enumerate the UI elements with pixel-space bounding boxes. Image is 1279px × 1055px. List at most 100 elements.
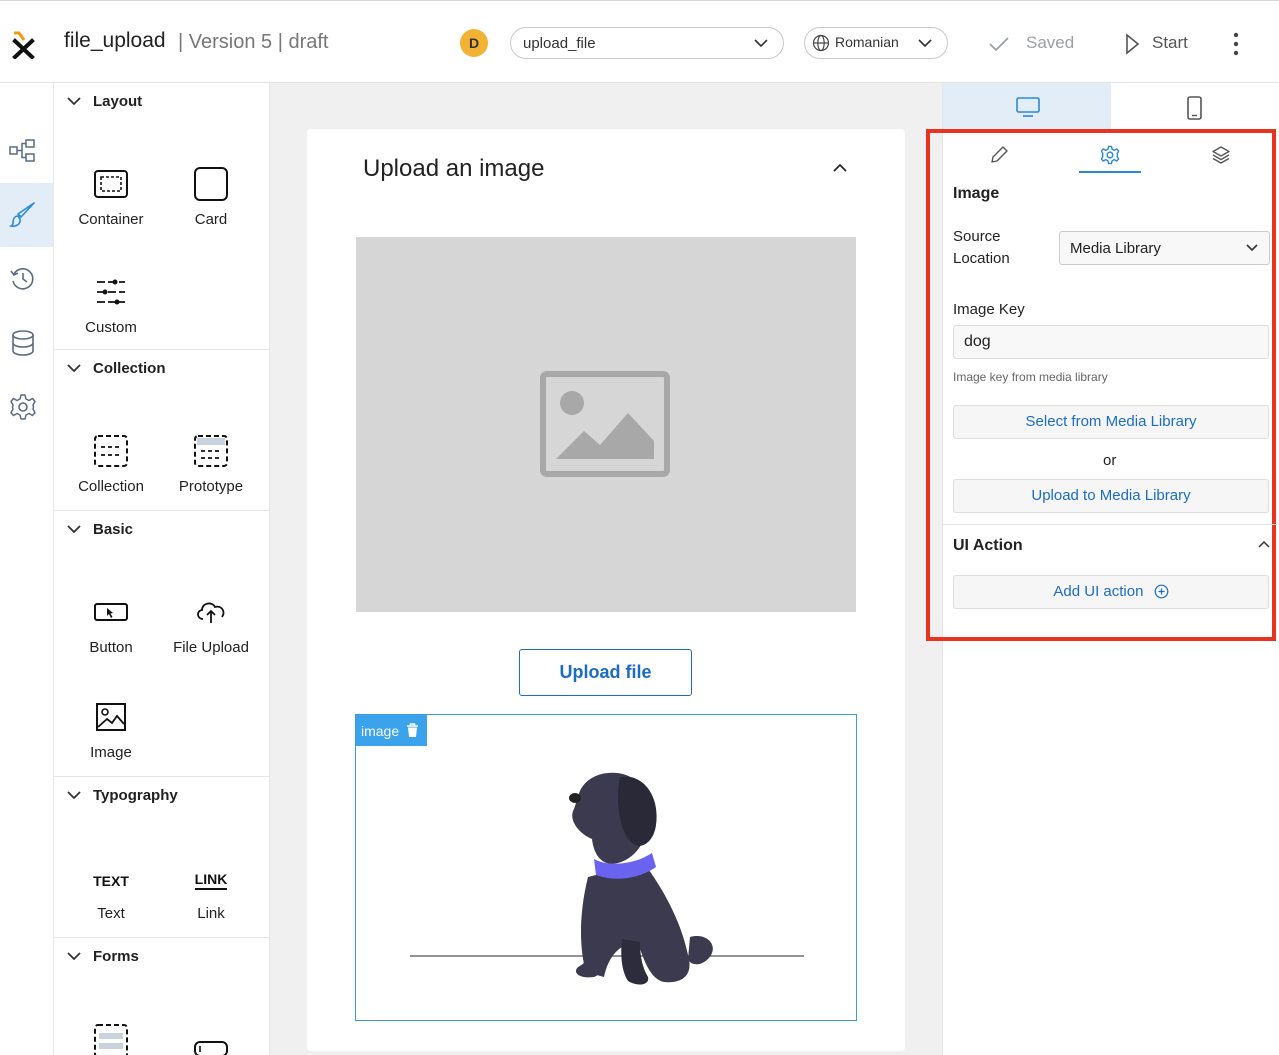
pencil-icon (991, 146, 1008, 163)
rail-data-button[interactable] (0, 311, 54, 375)
select-from-media-library-button[interactable]: Select from Media Library (953, 405, 1269, 439)
palette-section-header[interactable]: Basic (66, 521, 133, 538)
trash-icon[interactable] (406, 723, 419, 738)
add-ui-action-button[interactable]: Add UI action (953, 575, 1269, 609)
source-location-select[interactable]: Media Library (1059, 231, 1270, 265)
process-select[interactable]: upload_file (510, 27, 784, 59)
container-icon (94, 170, 128, 198)
palette-section-forms: Forms (54, 937, 269, 1055)
link-glyph-icon: LINK (161, 865, 261, 897)
palette-section-title: Layout (93, 93, 143, 110)
avatar[interactable]: D (460, 29, 488, 57)
selected-image-component[interactable]: image (355, 714, 857, 1021)
palette-item-image[interactable]: Image (61, 698, 161, 761)
image-placeholder-icon (540, 371, 670, 477)
mobile-icon (1187, 96, 1202, 120)
chevron-down-icon (918, 39, 932, 48)
palette-item-label: Text (97, 905, 125, 922)
palette-section-header[interactable]: Forms (66, 948, 139, 965)
language-select[interactable]: Romanian (804, 27, 948, 59)
palette-item-button[interactable]: Button (61, 593, 161, 656)
palette-item-link[interactable]: LINK Link (161, 865, 261, 922)
check-icon (989, 37, 1009, 52)
palette-section-header[interactable]: Collection (66, 360, 166, 377)
chevron-down-icon (754, 39, 768, 48)
palette-section-title: Typography (93, 787, 178, 804)
cloud-upload-icon (197, 602, 225, 623)
image-key-input[interactable] (953, 325, 1269, 359)
gear-icon (1100, 145, 1120, 165)
rail-ui-designer-button[interactable] (0, 183, 54, 247)
palette-section-basic: Basic Button File Upload Image (54, 510, 269, 776)
tab-layers[interactable] (1190, 139, 1252, 173)
palette-item-label: Prototype (178, 478, 244, 495)
palette-item-text[interactable]: TEXT Text (61, 865, 161, 922)
upload-to-media-library-button[interactable]: Upload to Media Library (953, 479, 1269, 513)
rail-flow-button[interactable] (0, 119, 54, 183)
palette-section-typography: Typography TEXT Text LINK Link (54, 776, 269, 937)
collection-icon (94, 435, 128, 467)
palette-item-form-group[interactable] (61, 1022, 161, 1055)
palette-item-label: Container (78, 211, 144, 228)
palette-item-file-upload[interactable]: File Upload (161, 593, 261, 656)
palette-item-collection[interactable]: Collection (61, 432, 161, 495)
tab-edit[interactable] (968, 139, 1030, 173)
form-group-icon (94, 1024, 128, 1055)
chevron-down-icon (67, 97, 81, 106)
image-icon (96, 703, 126, 731)
card-icon (194, 167, 228, 201)
chevron-up-icon[interactable] (1257, 539, 1271, 549)
chevron-down-icon (67, 952, 81, 961)
chevron-down-icon (67, 364, 81, 373)
link-glyph-text: LINK (194, 871, 228, 890)
component-tag-label: image (361, 723, 400, 739)
tab-mobile[interactable] (1111, 83, 1279, 129)
palette-section-header[interactable]: Typography (66, 787, 178, 804)
globe-icon (812, 34, 830, 52)
rail-history-button[interactable] (0, 247, 54, 311)
image-placeholder[interactable] (356, 237, 856, 612)
design-canvas: Upload an image Upload file image (270, 83, 942, 1055)
add-ui-action-label: Add UI action (1053, 583, 1144, 600)
button-icon (94, 603, 128, 621)
section-title-ui-action: UI Action (953, 537, 1023, 554)
palette-item-card[interactable]: Card (161, 165, 261, 228)
start-label: Start (1152, 33, 1188, 52)
image-key-hint: Image key from media library (953, 370, 1108, 384)
start-button[interactable]: Start (1124, 33, 1188, 55)
chevron-up-icon[interactable] (831, 162, 849, 174)
section-divider (943, 524, 1279, 525)
app-logo[interactable] (10, 31, 38, 59)
palette-item-container[interactable]: Container (61, 165, 161, 228)
palette-item-prototype[interactable]: Prototype (161, 432, 261, 495)
gear-icon (10, 394, 36, 420)
source-location-value: Media Library (1070, 240, 1161, 257)
palette-item-label: File Upload (173, 639, 249, 656)
tab-desktop[interactable] (943, 83, 1111, 129)
palette-section-header[interactable]: Layout (66, 93, 142, 110)
rail-settings-button[interactable] (0, 375, 54, 439)
card-upload-image[interactable]: Upload an image Upload file image (307, 129, 905, 1051)
database-icon (12, 330, 34, 356)
source-location-label: Source Location (953, 228, 1010, 267)
card-title: Upload an image (363, 155, 545, 182)
chevron-down-icon (67, 525, 81, 534)
component-palette: Layout Container Card Custom Collection … (54, 83, 270, 1055)
or-label: or (1103, 452, 1117, 469)
palette-section-title: Collection (93, 360, 166, 377)
dog-illustration (410, 772, 804, 985)
more-options-icon[interactable] (1226, 31, 1246, 57)
upload-file-button[interactable]: Upload file (519, 649, 692, 696)
chevron-down-icon (1246, 244, 1258, 252)
palette-item-input[interactable] (161, 1030, 261, 1055)
plus-circle-icon (1154, 584, 1169, 599)
component-tag: image (356, 715, 427, 746)
process-select-value: upload_file (523, 35, 596, 52)
top-bar: file_upload | Version 5 | draft D upload… (0, 0, 1279, 83)
history-icon (10, 268, 34, 290)
saved-label: Saved (1026, 33, 1075, 52)
palette-section-title: Basic (93, 521, 134, 538)
palette-section-layout: Layout Container Card Custom (54, 83, 269, 349)
tab-settings[interactable] (1079, 139, 1141, 173)
palette-item-custom[interactable]: Custom (61, 273, 161, 336)
